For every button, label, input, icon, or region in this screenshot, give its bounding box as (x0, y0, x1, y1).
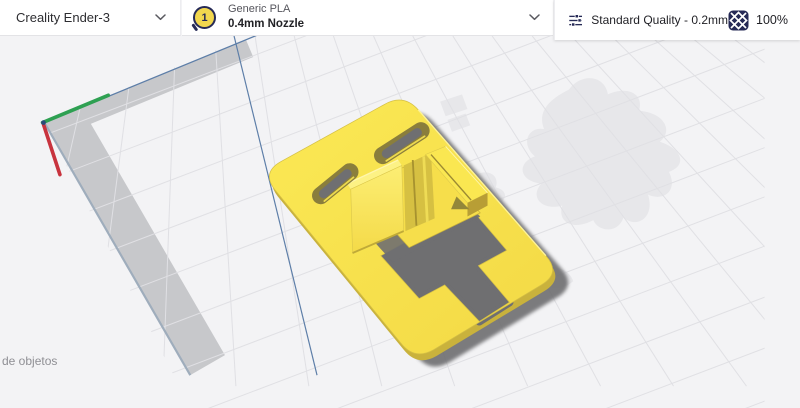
infill-indicator: 100% (728, 10, 788, 31)
infill-density-icon (728, 10, 749, 30)
top-toolbar: Creality Ender-3 1 Generic PLA 0.4mm Noz… (0, 0, 800, 40)
configuration-selector[interactable]: 1 Generic PLA 0.4mm Nozzle (182, 0, 553, 36)
chevron-down-icon (529, 14, 540, 21)
chevron-down-icon (155, 14, 166, 21)
printer-name: Creality Ender-3 (16, 10, 110, 25)
profile-name: Standard Quality - 0.2mm (591, 13, 729, 27)
nozzle-size: 0.4mm Nozzle (228, 18, 305, 31)
build-plate-scene (35, 36, 765, 408)
print-settings-selector[interactable]: Standard Quality - 0.2mm 100% (554, 0, 800, 40)
extruder-1-icon: 1 (193, 6, 216, 29)
print-settings-sliders-icon (569, 13, 583, 27)
object-list-toggle[interactable]: de objetos (2, 354, 57, 368)
configuration-summary: Generic PLA 0.4mm Nozzle (228, 3, 529, 31)
extruder-number: 1 (201, 11, 208, 24)
z-axis (41, 120, 46, 125)
3d-viewport[interactable] (0, 36, 800, 408)
cura-window: Creality Ender-3 1 Generic PLA 0.4mm Noz… (0, 0, 800, 408)
infill-percentage: 100% (756, 13, 788, 27)
printer-selector[interactable]: Creality Ender-3 (0, 0, 181, 36)
material-name: Generic PLA (228, 3, 291, 16)
